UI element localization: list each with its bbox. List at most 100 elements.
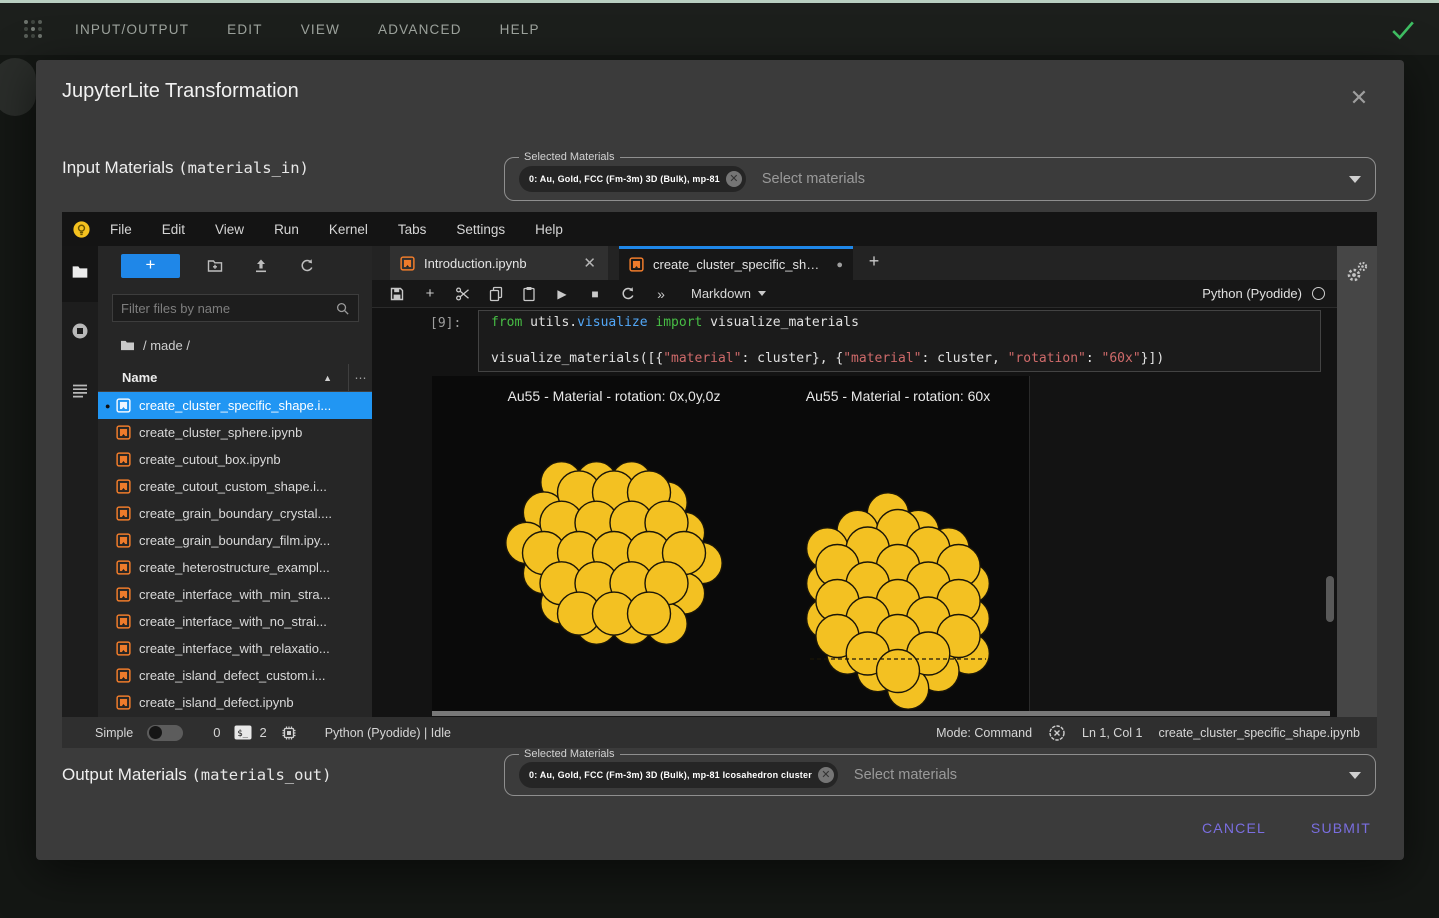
tab-introduction[interactable]: Introduction.ipynb ✕ — [390, 246, 608, 280]
transformation-dialog: JupyterLite Transformation ✕ Input Mater… — [36, 60, 1404, 860]
file-row[interactable]: ● create_cutout_box.ipynb — [98, 446, 372, 473]
command-mode-indicator[interactable]: Mode: Command — [936, 726, 1032, 740]
search-icon — [336, 302, 349, 315]
materials-in-var: (materials_in) — [178, 159, 309, 177]
simple-mode-toggle[interactable] — [147, 724, 184, 741]
cursor-position[interactable]: Ln 1, Col 1 — [1082, 726, 1142, 740]
notebook-icon — [116, 668, 131, 683]
svg-text:$_: $_ — [238, 729, 249, 739]
file-name: create_grain_boundary_crystal.... — [139, 506, 332, 521]
kernel-status-text[interactable]: Python (Pyodide) | Idle — [325, 726, 451, 740]
code-cell[interactable]: from utils.visualize import visualize_ma… — [478, 310, 1321, 372]
cut-icon[interactable] — [455, 286, 471, 302]
jp-menu-help[interactable]: Help — [535, 222, 563, 237]
output-materials-select[interactable]: Selected Materials 0: Au, Gold, FCC (Fm-… — [504, 748, 1376, 796]
file-browser: + Filter files by name / made / Name ▲ ⋯… — [98, 246, 372, 717]
file-row[interactable]: ● create_grain_boundary_film.ipy... — [98, 527, 372, 554]
jupyter-menu-bar: File Edit View Run Kernel Tabs Settings … — [62, 212, 1377, 246]
kebab-icon[interactable]: ⋯ — [348, 364, 372, 391]
notebook-icon — [629, 257, 644, 272]
terminal-icon: $_ — [234, 725, 252, 740]
jp-menu-file[interactable]: File — [110, 222, 132, 237]
add-tab-button[interactable]: + — [862, 251, 886, 272]
file-list-header[interactable]: Name ▲ ⋯ — [98, 364, 372, 392]
file-row[interactable]: ● create_cutout_custom_shape.i... — [98, 473, 372, 500]
menu-view[interactable]: VIEW — [301, 22, 340, 37]
tab-bar: Introduction.ipynb ✕ create_cluster_spec… — [372, 246, 1337, 280]
chevron-down-icon[interactable] — [1349, 771, 1361, 779]
remove-icon[interactable]: ✕ — [817, 767, 834, 783]
kernel-sessions-count[interactable]: 0 — [213, 725, 220, 740]
run-icon[interactable]: ▶ — [554, 287, 570, 301]
chevron-down-icon[interactable] — [1349, 175, 1361, 183]
file-name: create_cutout_custom_shape.i... — [139, 479, 327, 494]
file-name: create_island_defect.ipynb — [139, 695, 294, 710]
file-row[interactable]: ● create_island_defect.ipynb — [98, 689, 372, 716]
file-row[interactable]: ● create_interface_with_no_strai... — [98, 608, 372, 635]
close-icon[interactable]: ✕ — [1346, 85, 1372, 111]
upload-icon[interactable] — [253, 258, 269, 274]
input-material-chip[interactable]: 0: Au, Gold, FCC (Fm-3m) 3D (Bulk), mp-8… — [519, 166, 746, 192]
kernel-idle-icon — [1312, 287, 1325, 300]
fast-forward-icon[interactable]: » — [653, 286, 669, 302]
menu-advanced[interactable]: ADVANCED — [378, 22, 462, 37]
kernel-indicator[interactable]: Python (Pyodide) — [1202, 286, 1325, 301]
memory-chip-icon[interactable] — [281, 725, 297, 741]
vertical-scrollbar[interactable] — [1326, 576, 1334, 622]
jp-menu-edit[interactable]: Edit — [162, 222, 185, 237]
horizontal-scrollbar[interactable] — [432, 711, 1330, 716]
file-row[interactable]: ● create_interface_with_relaxatio... — [98, 635, 372, 662]
settings-gears-icon[interactable] — [1345, 260, 1369, 284]
menu-edit[interactable]: EDIT — [227, 22, 263, 37]
app-grid-icon[interactable] — [21, 17, 45, 41]
cell-prompt: [9]: — [430, 316, 462, 331]
cancel-button[interactable]: CANCEL — [1194, 810, 1274, 846]
notebook-icon — [116, 587, 131, 602]
table-of-contents-icon[interactable] — [71, 382, 89, 400]
menu-help[interactable]: HELP — [500, 22, 540, 37]
cell-type-dropdown[interactable]: Markdown — [691, 286, 766, 301]
jp-menu-settings[interactable]: Settings — [456, 222, 505, 237]
file-row[interactable]: ● create_heterostructure_exampl... — [98, 554, 372, 581]
file-row[interactable]: ● create_interface_with_min_stra... — [98, 581, 372, 608]
paste-icon[interactable] — [521, 286, 537, 302]
trust-indicator-icon[interactable] — [1048, 724, 1066, 742]
file-row[interactable]: ● create_grain_boundary_crystal.... — [98, 500, 372, 527]
close-tab-icon[interactable]: ✕ — [581, 254, 598, 272]
gold-cluster-render — [505, 460, 991, 710]
submit-button[interactable]: SUBMIT — [1303, 810, 1379, 846]
jp-menu-run[interactable]: Run — [274, 222, 299, 237]
restart-kernel-icon[interactable] — [620, 286, 636, 302]
new-launcher-button[interactable]: + — [121, 254, 180, 278]
running-sessions-icon[interactable] — [71, 322, 89, 340]
insert-cell-icon[interactable]: + — [422, 285, 438, 302]
check-icon[interactable] — [1391, 20, 1415, 40]
folder-icon[interactable] — [71, 263, 89, 281]
jp-menu-view[interactable]: View — [215, 222, 244, 237]
floating-button-behind-dialog — [0, 58, 36, 116]
file-row[interactable]: ● create_cluster_specific_shape.i... — [98, 392, 372, 419]
stop-icon[interactable]: ■ — [587, 287, 603, 301]
tab-create-cluster-specific-shape[interactable]: create_cluster_specific_sh… ● — [619, 246, 853, 280]
file-filter — [112, 294, 359, 322]
notebook-icon — [116, 533, 131, 548]
refresh-icon[interactable] — [299, 258, 315, 274]
menu-input-output[interactable]: INPUT/OUTPUT — [75, 22, 189, 37]
new-folder-icon[interactable] — [207, 258, 223, 274]
input-materials-select[interactable]: Selected Materials 0: Au, Gold, FCC (Fm-… — [504, 151, 1376, 201]
file-name: create_island_defect_custom.i... — [139, 668, 326, 683]
output-material-chip[interactable]: 0: Au, Gold, FCC (Fm-3m) 3D (Bulk), mp-8… — [519, 762, 838, 788]
jp-menu-kernel[interactable]: Kernel — [329, 222, 368, 237]
file-row[interactable]: ● create_cluster_sphere.ipynb — [98, 419, 372, 446]
save-icon[interactable] — [389, 286, 405, 302]
notebook-icon — [400, 255, 415, 271]
copy-icon[interactable] — [488, 286, 504, 302]
filter-files-input[interactable] — [121, 300, 335, 316]
column-name: Name — [122, 370, 158, 385]
breadcrumb[interactable]: / made / — [120, 338, 190, 353]
file-name: create_heterostructure_exampl... — [139, 560, 330, 575]
file-row[interactable]: ● create_island_defect_custom.i... — [98, 662, 372, 689]
jp-menu-tabs[interactable]: Tabs — [398, 222, 427, 237]
remove-icon[interactable]: ✕ — [725, 171, 742, 187]
terminal-sessions[interactable]: $_ 2 — [234, 725, 267, 740]
